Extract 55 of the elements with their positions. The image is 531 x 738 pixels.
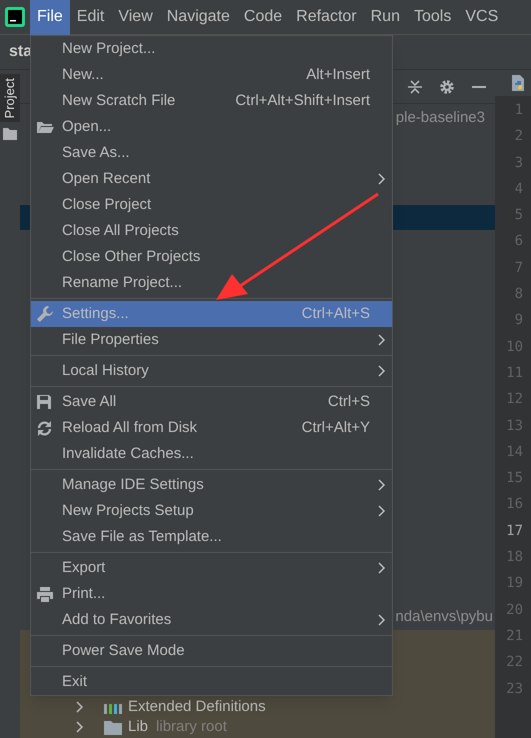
project-tool-tab[interactable]: Project (0, 74, 20, 122)
menu-item[interactable]: Close All Projects (31, 218, 392, 244)
menu-item[interactable]: Save All Ctrl+S (31, 389, 392, 415)
app-logo-icon (5, 7, 25, 27)
menu-item[interactable]: New Scratch File Ctrl+Alt+Shift+Insert (31, 88, 392, 114)
shortcut-text: Ctrl+Alt+Shift+Insert (235, 90, 370, 111)
menu-bar-item[interactable]: Code (236, 0, 290, 34)
menu-item[interactable]: Local History (31, 358, 392, 384)
menu-item[interactable]: Invalidate Caches... (31, 441, 392, 467)
menu-item[interactable]: Save File as Template... (31, 524, 392, 550)
tree-item[interactable]: Extended Definitions (128, 696, 266, 718)
menu-item[interactable]: New Project... (31, 36, 392, 62)
wrench-icon (36, 305, 54, 323)
menu-item[interactable]: Reload All from Disk Ctrl+Alt+Y (31, 415, 392, 441)
menu-item[interactable]: Close Other Projects (31, 244, 392, 270)
chevron-right-icon[interactable] (76, 701, 84, 713)
python-file-icon[interactable] (509, 74, 527, 92)
menu-item[interactable]: File Properties (31, 327, 392, 353)
menu-item[interactable]: Print... (31, 581, 392, 607)
menu-bar-item[interactable]: View (111, 0, 160, 34)
menu-item[interactable]: Manage IDE Settings (31, 472, 392, 498)
menu-item[interactable]: New... Alt+Insert (31, 62, 392, 88)
menu-item[interactable]: Add to Favorites (31, 607, 392, 633)
menu-bar-item[interactable]: Edit (70, 0, 112, 34)
menu-item[interactable]: Export (31, 555, 392, 581)
menu-bar-item[interactable]: Refactor (289, 0, 364, 34)
settings-icon[interactable] (439, 78, 455, 94)
folder-icon (3, 128, 17, 140)
shortcut-text: Alt+Insert (306, 64, 370, 85)
menu-item[interactable]: Open... (31, 114, 392, 140)
menu-item[interactable]: Save As... (31, 140, 392, 166)
menu-item[interactable]: Exit (31, 669, 392, 695)
folder-icon (104, 720, 122, 734)
menu-bar-item[interactable]: Navigate (160, 0, 237, 34)
menu-item[interactable]: Close Project (31, 192, 392, 218)
menu-item[interactable]: Power Save Mode (31, 638, 392, 664)
menu-bar-item[interactable]: Tools (406, 0, 458, 34)
menu-item[interactable]: Open Recent (31, 166, 392, 192)
shortcut-text: Ctrl+Alt+S (302, 304, 370, 324)
tree-item[interactable]: Lib library root (128, 716, 227, 738)
shortcut-text: Ctrl+S (328, 392, 370, 412)
shortcut-text: Ctrl+Alt+Y (302, 418, 370, 438)
path-text: nda\envs\pybu (395, 606, 493, 627)
collapse-all-icon[interactable] (407, 78, 423, 94)
folder-icon (36, 120, 54, 134)
breadcrumb-text: ple-baseline3 (396, 108, 485, 128)
menu-item[interactable]: Rename Project... (31, 270, 392, 296)
menu-item[interactable]: New Projects Setup (31, 498, 392, 524)
line-number: 17 (506, 522, 523, 541)
menu-bar-item[interactable]: File (30, 0, 70, 34)
menu-bar-item[interactable]: Run (364, 0, 407, 34)
reload-icon (36, 420, 53, 436)
menu-bar-item[interactable]: VCS (458, 0, 506, 34)
chevron-right-icon[interactable] (76, 721, 84, 733)
printer-icon (36, 586, 54, 602)
